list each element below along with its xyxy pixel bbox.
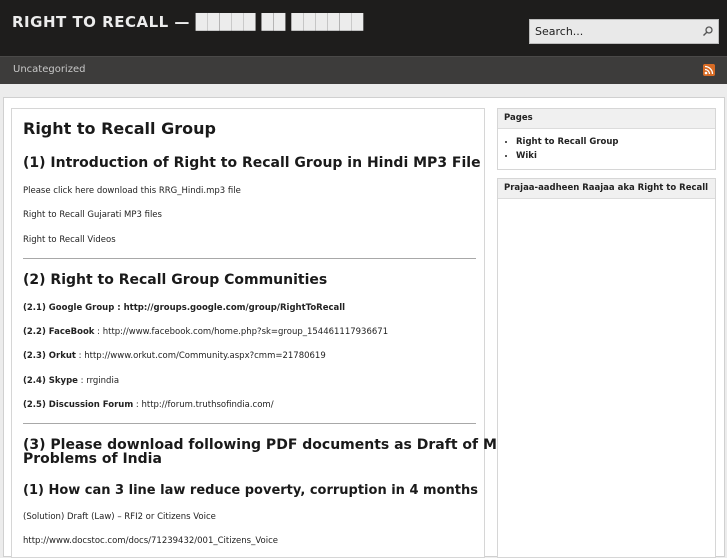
nav-item-uncategorized[interactable]: Uncategorized	[13, 64, 85, 75]
category-nav: Uncategorized	[0, 56, 727, 84]
community-label[interactable]: (2.3) Orkut	[23, 351, 76, 361]
videos-link[interactable]: Right to Recall Videos	[23, 235, 116, 245]
section-heading-communities: (2) Right to Recall Group Communities	[23, 272, 328, 288]
draft-law-text: (Solution) Draft (Law) – RFI2 or Citizen…	[23, 512, 216, 522]
site-header: RIGHT TO RECALL — █████ ██ ██████	[0, 0, 727, 56]
community-item: (2.4) Skype : rrgindia	[23, 376, 119, 386]
search-input[interactable]	[530, 20, 700, 43]
sidebar-item-right-to-recall-group[interactable]: Right to Recall Group	[516, 135, 715, 149]
divider	[23, 423, 476, 424]
section-heading-pdf: (3) Please download following PDF docume…	[23, 437, 528, 453]
sidebar-item-wiki[interactable]: Wiki	[516, 149, 715, 163]
download-mp3-link[interactable]: Please click here download this RRG_Hind…	[23, 186, 241, 196]
community-value: : rrgindia	[77, 376, 120, 386]
page-title: Right to Recall Group	[23, 119, 216, 138]
community-item: (2.3) Orkut : http://www.orkut.com/Commu…	[23, 351, 326, 361]
community-label[interactable]: (2.2) FaceBook	[23, 327, 94, 337]
sub-heading-poverty: (1) How can 3 line law reduce poverty, c…	[23, 483, 478, 498]
community-label: (2.4) Skype	[23, 376, 78, 386]
community-label[interactable]: (2.5) Discussion Forum	[23, 400, 133, 410]
widget-title: Pages	[498, 109, 715, 129]
gujarati-mp3-link[interactable]: Right to Recall Gujarati MP3 files	[23, 210, 162, 220]
community-item: (2.1) Google Group : http://groups.googl…	[23, 303, 345, 313]
community-item: (2.5) Discussion Forum : http://forum.tr…	[23, 400, 274, 410]
widget-title: Prajaa-aadheen Raajaa aka Right to Recal…	[498, 179, 715, 199]
community-link[interactable]: http://groups.google.com/group/RightToRe…	[121, 303, 345, 313]
site-title[interactable]: RIGHT TO RECALL — █████ ██ ██████	[12, 13, 364, 31]
community-link[interactable]: : http://www.facebook.com/home.php?sk=gr…	[94, 327, 388, 337]
divider	[23, 258, 476, 259]
search-icon[interactable]	[702, 25, 714, 37]
section-heading-pdf-line2: Problems of India	[23, 451, 162, 467]
pages-list: Right to Recall Group Wiki	[498, 129, 715, 163]
sidebar-right-to-recall-widget: Prajaa-aadheen Raajaa aka Right to Recal…	[497, 178, 716, 558]
community-label: (2.1) Google Group :	[23, 303, 121, 313]
sidebar-pages-widget: Pages Right to Recall Group Wiki	[497, 108, 716, 170]
search-box	[529, 19, 719, 44]
community-link[interactable]: : http://www.orkut.com/Community.aspx?cm…	[76, 351, 326, 361]
community-link[interactable]: : http://forum.truthsofindia.com/	[133, 400, 274, 410]
section-heading-intro: (1) Introduction of Right to Recall Grou…	[23, 155, 481, 171]
rss-icon[interactable]	[703, 64, 715, 76]
community-item: (2.2) FaceBook : http://www.facebook.com…	[23, 327, 388, 337]
